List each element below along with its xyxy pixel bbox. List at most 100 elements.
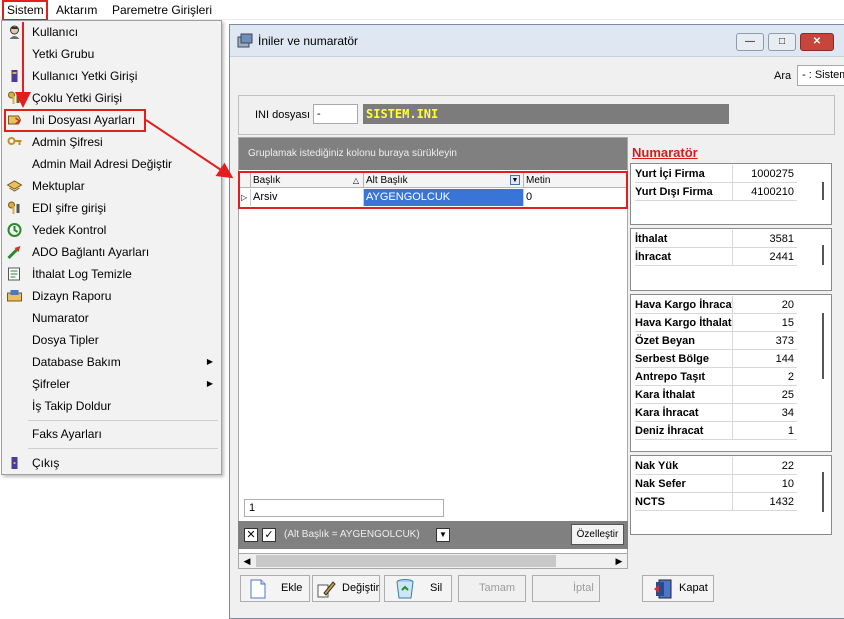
numarator-row[interactable]: Antrepo Taşıt 2 [635,368,797,386]
numarator-row[interactable]: Kara İthalat 25 [635,386,797,404]
chevron-down-icon: ▼ [439,530,447,539]
numarator-group-firma: Yurt İçi Firma 1000275 Yurt Dışı Firma 410… [630,163,832,225]
maximize-icon: □ [778,36,786,47]
scroll-right-icon[interactable]: ▶ [611,554,627,568]
close-button[interactable]: ✕ [800,33,834,51]
menu-item-coklu-yetki-girisi[interactable]: Çoklu Yetki Girişi [2,87,221,109]
menu-bar: Sistem Aktarım Paremetre Girişleri [0,0,844,21]
menu-item-cikis[interactable]: Çıkış [2,452,221,474]
ekle-button[interactable]: Ekle [240,575,310,602]
user-key-icon [11,70,18,82]
menu-item-sifreler[interactable]: Şifreler ▶ [2,373,221,395]
numarator-row[interactable]: Serbest Bölge 144 [635,350,797,368]
close-icon: ✕ [812,36,822,47]
filter-text: (Alt Başlık = AYGENGOLCUK) [284,529,420,540]
menu-item-edi-sifre-girisi[interactable]: EDI şifre girişi [2,197,221,219]
iniler-numarator-window: İniler ve numaratör — □ ✕ Ara - : Sistem… [229,24,844,619]
numarator-title: Numaratör [632,145,698,160]
report-icon [7,290,22,302]
mail-icon [6,180,23,192]
minimize-icon: — [745,36,755,47]
menu-item-numarator[interactable]: Numarator [2,307,221,329]
menu-item-yedek-kontrol[interactable]: Yedek Kontrol [2,219,221,241]
vertical-scrollbar[interactable] [822,245,824,265]
vertical-scrollbar[interactable] [822,472,824,512]
window-app-icon [237,33,253,48]
numarator-group-nakliye: Nak Yük 22 Nak Sefer 10 NCTS 1432 [630,455,832,535]
sistem-dropdown-menu: Kullanıcı Yetki Grubu Kullanıcı Yetki Gi… [1,20,222,475]
ini-menu-highlight-box [4,109,146,132]
numarator-row[interactable]: Özet Beyan 373 [635,332,797,350]
numarator-row[interactable]: NCTS 1432 [635,493,797,511]
check-icon: ✓ [264,529,274,541]
numarator-row[interactable]: Yurt Dışı Firma 4100210 [635,183,797,201]
key-icon [8,201,20,214]
ini-file-input[interactable]: - [313,104,358,124]
submenu-arrow-icon: ▶ [206,357,213,366]
menu-item-faks-ayarlari[interactable]: Faks Ayarları [2,423,221,445]
group-by-area[interactable]: Gruplamak istediğiniz kolonu buraya sürü… [239,138,627,170]
close-icon: ✕ [246,529,256,541]
menu-item-yetki-grubu[interactable]: Yetki Grubu [2,43,221,65]
numarator-row[interactable]: Nak Sefer 10 [635,475,797,493]
grid-highlight-box [238,171,628,209]
menu-item-kullanici-yetki-girisi[interactable]: Kullanıcı Yetki Girişi [2,65,221,87]
log-clean-icon [8,267,20,281]
keys-icon [8,91,20,104]
exit-door-icon [654,579,672,599]
numarator-panel: Numaratör Yurt İçi Firma 1000275 Yurt Dış… [630,137,836,569]
numarator-row[interactable]: Hava Kargo İthalat 15 [635,314,797,332]
edit-icon [317,581,336,598]
ara-input[interactable]: - : Sistem [797,65,844,86]
menu-item-ado-baglanti-ayarlari[interactable]: ADO Bağlantı Ayarları [2,241,221,263]
ini-file-value: SISTEM.INI [363,104,729,124]
ara-label: Ara [774,70,792,82]
scroll-left-icon[interactable]: ◀ [239,554,255,568]
kapat-button[interactable]: Kapat [642,575,714,602]
window-title: İniler ve numaratör [258,34,359,48]
degistir-button[interactable]: Değiştir [312,575,380,602]
menu-parametre-girisleri[interactable]: Paremetre Girişleri [112,2,212,18]
menu-separator [28,420,218,421]
menu-item-dosya-tipler[interactable]: Dosya Tipler [2,329,221,351]
ini-file-label: INI dosyası [255,109,311,121]
customize-button[interactable]: Özelleştir [571,524,624,545]
maximize-button[interactable]: □ [768,33,796,51]
numarator-row[interactable]: İthalat 3581 [635,230,797,248]
tamam-button[interactable]: Tamam [458,575,526,602]
numarator-group-beyan: Hava Kargo İhracat 20 Hava Kargo İthalat 1… [630,294,832,452]
iptal-button[interactable]: İptal [532,575,600,602]
numarator-row[interactable]: Kara İhracat 34 [635,404,797,422]
numarator-row[interactable]: Hava Kargo İhracat 20 [635,296,797,314]
menu-aktarim[interactable]: Aktarım [56,2,97,18]
sistem-highlight-box [2,0,48,21]
backup-icon [7,223,22,237]
menu-item-is-takip-doldur[interactable]: İş Takip Doldur [2,395,221,417]
filter-dropdown[interactable]: ▼ [436,528,450,542]
numarator-row[interactable]: Yurt İçi Firma 1000275 [635,165,797,183]
user-icon [9,25,20,39]
numarator-row[interactable]: Deniz İhracat 1 [635,422,797,440]
exit-icon [11,457,18,469]
filter-enabled-checkbox[interactable]: ✓ [262,528,276,542]
numarator-group-ithalat-ihracat: İthalat 3581 İhracat 2441 [630,228,832,291]
scroll-thumb[interactable] [256,555,556,567]
menu-item-database-bakim[interactable]: Database Bakım ▶ [2,351,221,373]
filter-bar: ✕ ✓ (Alt Başlık = AYGENGOLCUK) ▼ Özelleş… [238,521,628,549]
vertical-scrollbar[interactable] [822,313,824,379]
menu-item-kullanici[interactable]: Kullanıcı [2,21,221,43]
sil-button[interactable]: Sil [384,575,452,602]
horizontal-scrollbar[interactable]: ◀ ▶ [238,553,628,569]
vertical-scrollbar[interactable] [822,182,824,200]
menu-item-admin-mail-adresi-degistir[interactable]: Admin Mail Adresi Değiştir [2,153,221,175]
key-icon [7,137,22,145]
menu-item-admin-sifresi[interactable]: Admin Şifresi [2,131,221,153]
minimize-button[interactable]: — [736,33,764,51]
menu-item-dizayn-raporu[interactable]: Dizayn Raporu [2,285,221,307]
numarator-row[interactable]: İhracat 2441 [635,248,797,266]
menu-item-ithalat-log-temizle[interactable]: İthalat Log Temizle [2,263,221,285]
menu-item-mektuplar[interactable]: Mektuplar [2,175,221,197]
connection-icon [7,246,21,260]
clear-filter-button[interactable]: ✕ [244,528,258,542]
numarator-row[interactable]: Nak Yük 22 [635,457,797,475]
